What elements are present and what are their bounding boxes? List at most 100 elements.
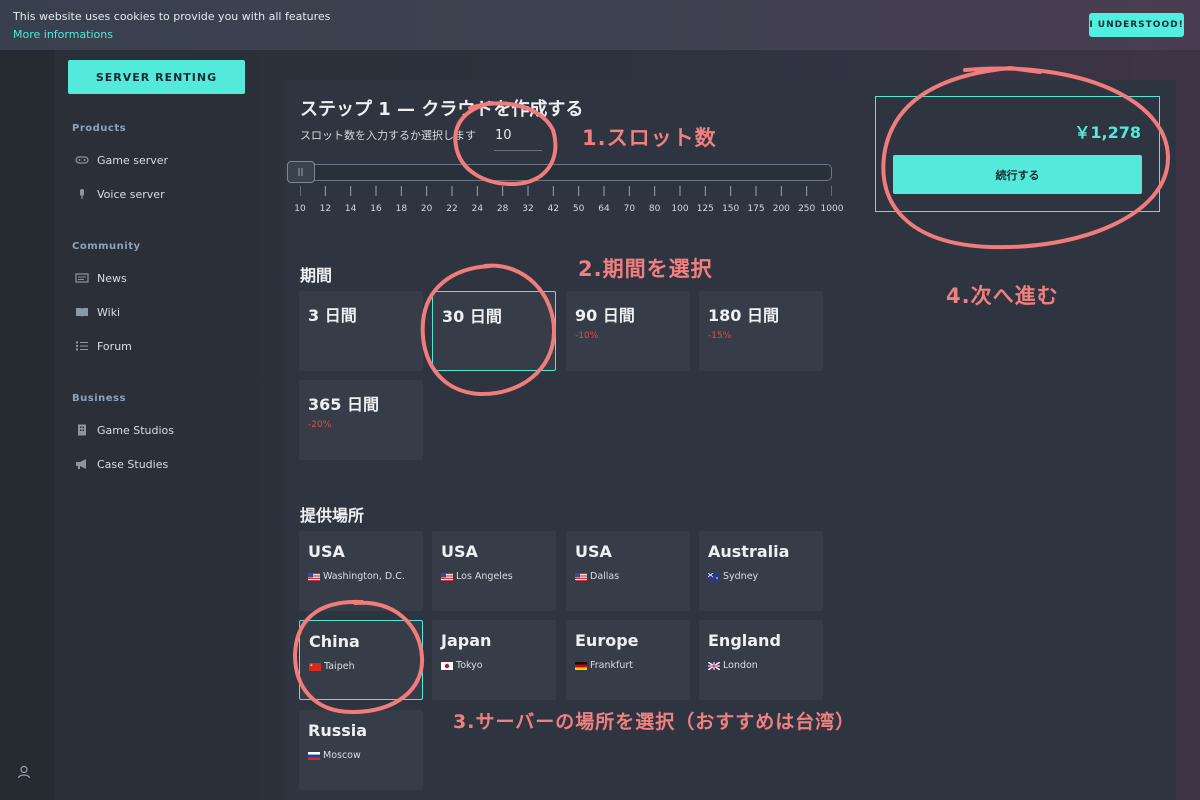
slider-tick-label: 10 [294, 204, 306, 214]
period-heading: 期間 [300, 266, 333, 285]
cn-flag-icon [309, 662, 321, 671]
slider-tick-label: 12 [319, 204, 332, 214]
period-card-180-days[interactable]: 180 日間 -15% [699, 291, 823, 371]
sidebar-item-voice-server[interactable]: Voice server [75, 185, 165, 203]
slider-tick-label: 80 [648, 204, 661, 214]
page-title: ステップ 1 — クラウドを作成する [300, 99, 584, 120]
au-flag-icon [708, 572, 720, 581]
de-flag-icon [575, 661, 587, 670]
sidebar-item-label: Forum [97, 339, 132, 353]
list-icon [76, 341, 88, 351]
location-card-taipeh[interactable]: China Taipeh [299, 620, 423, 700]
location-card-sydney[interactable]: Australia Sydney [699, 531, 823, 611]
server-renting-button[interactable]: SERVER RENTING [68, 60, 245, 94]
slider-tick-label: 100 [671, 204, 689, 214]
location-city: Los Angeles [456, 571, 513, 582]
section-title-products: Products [72, 123, 127, 134]
location-country: China [309, 632, 360, 651]
sidebar-item-case-studies[interactable]: Case Studies [75, 455, 168, 473]
slider-tick-label: 64 [598, 204, 610, 214]
section-title-business: Business [72, 393, 126, 404]
newspaper-icon [75, 273, 89, 283]
left-rail [0, 50, 55, 800]
slider-tick-label: 42 [547, 204, 560, 214]
location-city: Tokyo [456, 660, 483, 671]
location-city: London [723, 660, 758, 671]
discount-badge: -10% [575, 331, 599, 341]
more-info-link[interactable]: More informations [13, 28, 113, 41]
location-city: Dallas [590, 571, 620, 582]
grip-icon [298, 168, 303, 176]
cookie-banner: This website uses cookies to provide you… [0, 0, 1200, 50]
period-card-30-days[interactable]: 30 日間 [432, 291, 556, 371]
slider-tick-label: 175 [747, 204, 765, 214]
period-card-365-days[interactable]: 365 日間 -20% [299, 380, 423, 460]
slider-tick-label: 200 [772, 204, 790, 214]
building-icon [78, 424, 86, 436]
location-country: Japan [441, 631, 492, 650]
slot-count-input[interactable]: 10 [494, 125, 542, 151]
location-city: Frankfurt [590, 660, 634, 671]
location-card-london[interactable]: England London [699, 620, 823, 700]
slider-tick-label: 24 [471, 204, 484, 214]
sidebar-item-forum[interactable]: Forum [75, 337, 132, 355]
slider-tick-label: 1000 [820, 204, 844, 214]
accept-cookies-button[interactable]: I UNDERSTOOD! [1089, 13, 1184, 37]
location-card-tokyo[interactable]: Japan Tokyo [432, 620, 556, 700]
sidebar-item-news[interactable]: News [75, 269, 127, 287]
location-country: USA [441, 542, 478, 561]
sidebar-item-label: Voice server [97, 187, 165, 201]
annotation-step-4: 4.次へ進む [946, 284, 1059, 308]
location-card-frankfurt[interactable]: Europe Frankfurt [566, 620, 690, 700]
us-flag-icon [308, 572, 320, 581]
continue-button[interactable]: 続行する [893, 155, 1142, 194]
slider-tick-label: 50 [572, 204, 585, 214]
annotation-step-2: 2.期間を選択 [578, 257, 713, 281]
book-icon [76, 308, 88, 317]
slider-tick-label: 250 [798, 204, 816, 214]
slider-tick-label: 18 [395, 204, 408, 214]
period-card-90-days[interactable]: 90 日間 -10% [566, 291, 690, 371]
gamepad-icon [75, 156, 89, 164]
slider-tick-label: 32 [522, 204, 534, 214]
sidebar-item-game-studios[interactable]: Game Studios [75, 421, 174, 439]
location-card-washington[interactable]: USA Washington, D.C. [299, 531, 423, 611]
slider-ticks [300, 186, 832, 196]
location-country: USA [308, 542, 345, 561]
location-country: USA [575, 542, 612, 561]
annotation-step-1: 1.スロット数 [582, 126, 717, 150]
slider-tick-labels: 10 12 14 16 18 20 22 24 28 32 42 50 64 70 80 100 125 150 1… [294, 204, 843, 218]
user-icon[interactable] [17, 765, 31, 779]
section-title-community: Community [72, 241, 141, 252]
ru-flag-icon [308, 751, 320, 760]
us-flag-icon [441, 572, 453, 581]
us-flag-icon [575, 572, 587, 581]
sidebar-item-label: News [97, 271, 127, 285]
location-city: Sydney [723, 571, 759, 582]
slot-slider-track[interactable] [300, 164, 832, 181]
discount-badge: -20% [308, 420, 332, 430]
location-city: Washington, D.C. [323, 571, 405, 582]
slot-slider-handle[interactable] [287, 161, 315, 183]
sidebar-item-wiki[interactable]: Wiki [75, 303, 120, 321]
sidebar-item-game-server[interactable]: Game server [75, 151, 168, 169]
location-card-moscow[interactable]: Russia Moscow [299, 710, 423, 790]
sidebar-item-label: Game Studios [97, 423, 175, 437]
period-label: 90 日間 [575, 306, 635, 325]
slider-tick-label: 150 [722, 204, 740, 214]
sidebar: SERVER RENTING Products Game server Voic… [55, 50, 257, 800]
location-card-los-angeles[interactable]: USA Los Angeles [432, 531, 556, 611]
period-label: 30 日間 [442, 307, 502, 326]
discount-badge: -15% [708, 331, 732, 341]
jp-flag-icon [441, 661, 453, 670]
period-card-3-days[interactable]: 3 日間 [299, 291, 423, 371]
slider-tick-label: 70 [623, 204, 636, 214]
location-heading: 提供場所 [300, 506, 365, 525]
period-label: 180 日間 [708, 306, 779, 325]
sidebar-item-label: Wiki [97, 305, 121, 319]
total-price: ￥1,278 [1074, 123, 1141, 142]
slider-tick-label: 14 [344, 204, 357, 214]
location-country: Europe [575, 631, 639, 650]
slider-tick-label: 125 [696, 204, 714, 214]
location-card-dallas[interactable]: USA Dallas [566, 531, 690, 611]
